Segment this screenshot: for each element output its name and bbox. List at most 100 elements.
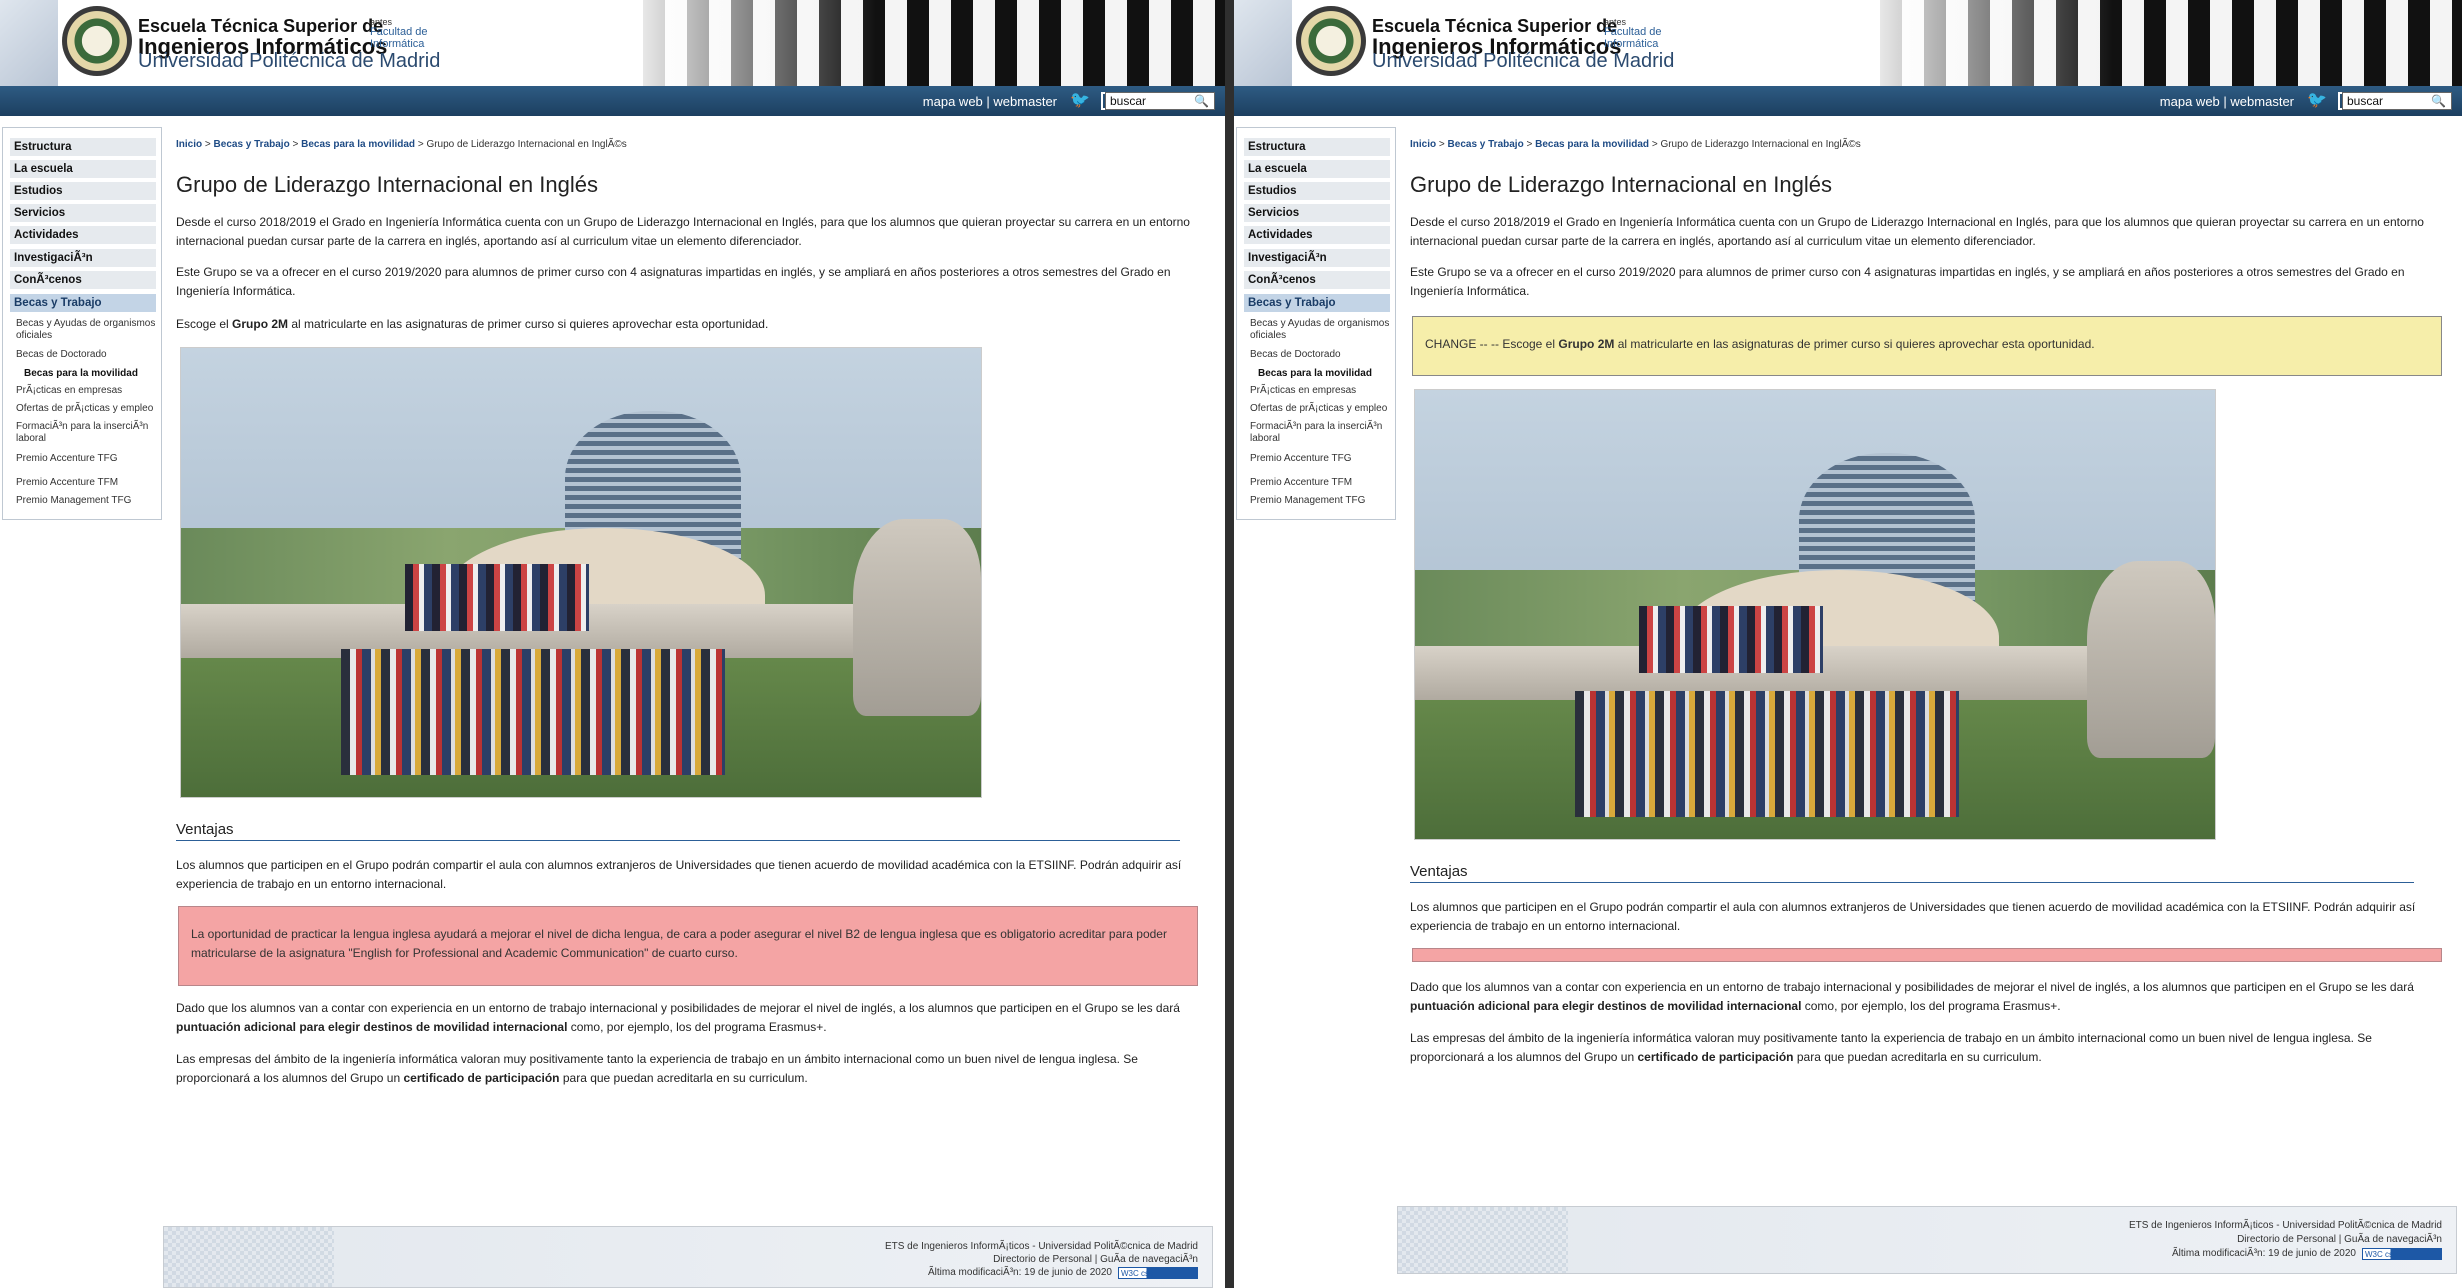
breadcrumb-current: Grupo de Liderazgo Internacional en Ingl… <box>426 139 627 150</box>
footer-line1[interactable]: ETS de Ingenieros InformÃ¡ticos - Univer… <box>885 1241 1198 1252</box>
breadcrumb-becas-movilidad[interactable]: Becas para la movilidad <box>1535 139 1649 150</box>
sidebar-sub-accenture-tfg[interactable]: Premio Accenture TFG <box>16 453 158 465</box>
sidebar-sub-accenture-tfm[interactable]: Premio Accenture TFM <box>16 477 158 489</box>
sidebar-item-conocenos[interactable]: ConÃ³cenos <box>1244 271 1390 289</box>
w3c-css-badge[interactable]: W3C css <box>1118 1267 1198 1279</box>
footer-last-modified: Ãltima modificaciÃ³n: 19 de junio de 202… <box>928 1267 1112 1278</box>
breadcrumb: Inicio > Becas y Trabajo > Becas para la… <box>1410 139 1861 150</box>
breadcrumb-current: Grupo de Liderazgo Internacional en Ingl… <box>1660 139 1861 150</box>
sidebar-sub-becas-ayudas[interactable]: Becas y Ayudas de organismos oficiales <box>1250 318 1392 342</box>
header-emblem-bg <box>0 0 58 86</box>
university-name: Universidad Politécnica de Madrid <box>138 50 441 72</box>
sidebar-sub-becas-movilidad[interactable]: Becas para la movilidad <box>24 368 166 380</box>
english-note-box: La oportunidad de practicar la lengua in… <box>178 906 1198 986</box>
breadcrumb-inicio[interactable]: Inicio <box>176 139 202 150</box>
sidebar-sub-accenture-tfm[interactable]: Premio Accenture TFM <box>1250 477 1392 489</box>
sidebar-item-estudios[interactable]: Estudios <box>10 182 156 200</box>
page-title: Grupo de Liderazgo Internacional en Ingl… <box>1410 172 1832 197</box>
sidebar-item-actividades[interactable]: Actividades <box>10 226 156 244</box>
group-photo <box>1414 389 2216 840</box>
header-emblem-bg <box>1234 0 1292 86</box>
intro-paragraph: Desde el curso 2018/2019 el Grado en Ing… <box>1410 215 2424 248</box>
sidebar-sub-ofertas[interactable]: Ofertas de prÃ¡cticas y empleo <box>1250 403 1392 415</box>
grupo-paragraph: Este Grupo se va a ofrecer en el curso 2… <box>1410 265 2405 298</box>
sidebar-item-becas-trabajo[interactable]: Becas y Trabajo <box>10 294 156 312</box>
puntuacion-paragraph: Dado que los alumnos van a contar con ex… <box>176 1001 1180 1034</box>
empresas-paragraph: Las empresas del ámbito de la ingeniería… <box>1410 1031 2372 1064</box>
top-nav-bar: mapa web | webmaster 🐦 f 🔍 <box>0 86 1225 116</box>
group-photo <box>180 347 982 798</box>
breadcrumb-becas-trabajo[interactable]: Becas y Trabajo <box>1448 139 1524 150</box>
sidebar-item-conocenos[interactable]: ConÃ³cenos <box>10 271 156 289</box>
sidebar-sub-accenture-tfg[interactable]: Premio Accenture TFG <box>1250 453 1392 465</box>
ventajas-heading: Ventajas <box>176 821 1180 841</box>
sidebar-item-la-escuela[interactable]: La escuela <box>1244 160 1390 178</box>
page-modified: Escuela Técnica Superior de Ingenieros I… <box>1234 0 2462 1288</box>
top-links: mapa web | webmaster <box>2159 94 2294 109</box>
top-links: mapa web | webmaster <box>922 94 1057 109</box>
twitter-icon[interactable]: 🐦 <box>1070 93 1092 109</box>
ventajas-paragraph: Los alumnos que participen en el Grupo p… <box>1410 900 2416 933</box>
footer-pattern <box>164 1227 334 1287</box>
sidebar-item-investigacion[interactable]: InvestigaciÃ³n <box>1244 249 1390 267</box>
sidebar-sub-ofertas[interactable]: Ofertas de prÃ¡cticas y empleo <box>16 403 158 415</box>
header-banner-image <box>643 0 1225 86</box>
sidebar-sub-practicas[interactable]: PrÃ¡cticas en empresas <box>1250 385 1392 397</box>
header-banner-image <box>1880 0 2462 86</box>
sidebar-sub-becas-doctorado[interactable]: Becas de Doctorado <box>1250 349 1392 361</box>
sidebar-sub-formacion[interactable]: FormaciÃ³n para la inserciÃ³n laboral <box>16 421 158 445</box>
facultad-label: Facultad de Informática <box>370 26 428 50</box>
breadcrumb: Inicio > Becas y Trabajo > Becas para la… <box>176 139 627 150</box>
page-title: Grupo de Liderazgo Internacional en Ingl… <box>176 172 598 197</box>
breadcrumb-becas-trabajo[interactable]: Becas y Trabajo <box>214 139 290 150</box>
sidebar-sub-management-tfg[interactable]: Premio Management TFG <box>1250 495 1392 507</box>
sidebar-nav: Estructura La escuela Estudios Servicios… <box>1236 127 1396 520</box>
sidebar-item-estudios[interactable]: Estudios <box>1244 182 1390 200</box>
sidebar-item-servicios[interactable]: Servicios <box>1244 204 1390 222</box>
escoge-paragraph: Escoge el Grupo 2M al matricularte en la… <box>176 317 769 331</box>
school-crest-logo[interactable] <box>62 6 132 76</box>
sidebar-nav: Estructura La escuela Estudios Servicios… <box>2 127 162 520</box>
sidebar-sub-practicas[interactable]: PrÃ¡cticas en empresas <box>16 385 158 397</box>
school-crest-logo[interactable] <box>1296 6 1366 76</box>
sidebar-item-investigacion[interactable]: InvestigaciÃ³n <box>10 249 156 267</box>
webmaster-link[interactable]: webmaster <box>993 94 1057 109</box>
twitter-icon[interactable]: 🐦 <box>2307 93 2329 109</box>
sidebar-item-la-escuela[interactable]: La escuela <box>10 160 156 178</box>
search-icon[interactable]: 🔍 <box>1194 94 1209 108</box>
search-icon[interactable]: 🔍 <box>2431 94 2446 108</box>
sidebar-sub-becas-doctorado[interactable]: Becas de Doctorado <box>16 349 158 361</box>
breadcrumb-inicio[interactable]: Inicio <box>1410 139 1436 150</box>
sidebar-item-actividades[interactable]: Actividades <box>1244 226 1390 244</box>
webmaster-link[interactable]: webmaster <box>2230 94 2294 109</box>
sidebar-sub-becas-movilidad[interactable]: Becas para la movilidad <box>1258 368 1400 380</box>
site-footer: ETS de Ingenieros InformÃ¡ticos - Univer… <box>1397 1206 2457 1274</box>
pane-divider <box>1225 0 1234 1288</box>
puntuacion-paragraph: Dado que los alumnos van a contar con ex… <box>1410 980 2414 1013</box>
footer-line2[interactable]: Directorio de Personal | GuÃ­a de navega… <box>2237 1234 2442 1245</box>
english-note-box-collapsed <box>1412 948 2442 962</box>
w3c-css-badge[interactable]: W3C css <box>2362 1248 2442 1260</box>
sidebar-sub-becas-ayudas[interactable]: Becas y Ayudas de organismos oficiales <box>16 318 158 342</box>
empresas-paragraph: Las empresas del ámbito de la ingeniería… <box>176 1052 1138 1085</box>
change-note-box: CHANGE -- -- Escoge el Grupo 2M al matri… <box>1412 316 2442 376</box>
facultad-label: Facultad de Informática <box>1604 26 1662 50</box>
university-name: Universidad Politécnica de Madrid <box>1372 50 1675 72</box>
footer-line1[interactable]: ETS de Ingenieros InformÃ¡ticos - Univer… <box>2129 1220 2442 1231</box>
site-header: Escuela Técnica Superior de Ingenieros I… <box>0 0 1225 86</box>
mapa-web-link[interactable]: mapa web <box>2160 94 2220 109</box>
sidebar-sub-formacion[interactable]: FormaciÃ³n para la inserciÃ³n laboral <box>1250 421 1392 445</box>
page-original: Escuela Técnica Superior de Ingenieros I… <box>0 0 1225 1288</box>
sidebar-item-becas-trabajo[interactable]: Becas y Trabajo <box>1244 294 1390 312</box>
footer-pattern <box>1398 1207 1568 1273</box>
footer-line2[interactable]: Directorio de Personal | GuÃ­a de navega… <box>993 1254 1198 1265</box>
sidebar-sub-management-tfg[interactable]: Premio Management TFG <box>16 495 158 507</box>
site-footer: ETS de Ingenieros InformÃ¡ticos - Univer… <box>163 1226 1213 1288</box>
sidebar-item-estructura[interactable]: Estructura <box>1244 138 1390 156</box>
grupo-paragraph: Este Grupo se va a ofrecer en el curso 2… <box>176 265 1171 298</box>
breadcrumb-becas-movilidad[interactable]: Becas para la movilidad <box>301 139 415 150</box>
mapa-web-link[interactable]: mapa web <box>923 94 983 109</box>
site-header: Escuela Técnica Superior de Ingenieros I… <box>1234 0 2462 86</box>
sidebar-item-servicios[interactable]: Servicios <box>10 204 156 222</box>
sidebar-item-estructura[interactable]: Estructura <box>10 138 156 156</box>
